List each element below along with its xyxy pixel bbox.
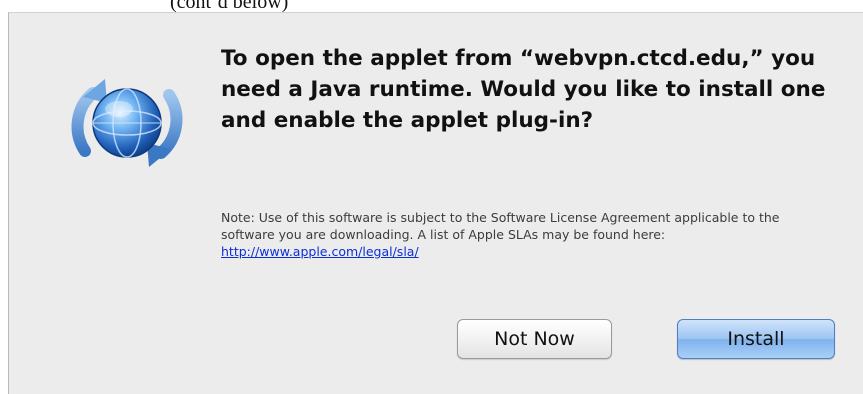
install-label: Install (727, 328, 785, 350)
dialog-headline: To open the applet from “webvpn.ctcd.edu… (221, 46, 826, 133)
not-now-label: Not Now (494, 328, 575, 350)
license-note-text: Note: Use of this software is subject to… (221, 210, 780, 242)
license-note: Note: Use of this software is subject to… (221, 209, 821, 260)
software-update-icon (71, 79, 183, 167)
apple-sla-link[interactable]: http://www.apple.com/legal/sla/ (221, 244, 419, 259)
java-install-dialog: To open the applet from “webvpn.ctcd.edu… (8, 12, 863, 394)
install-button[interactable]: Install (677, 319, 835, 359)
not-now-button[interactable]: Not Now (457, 319, 612, 359)
